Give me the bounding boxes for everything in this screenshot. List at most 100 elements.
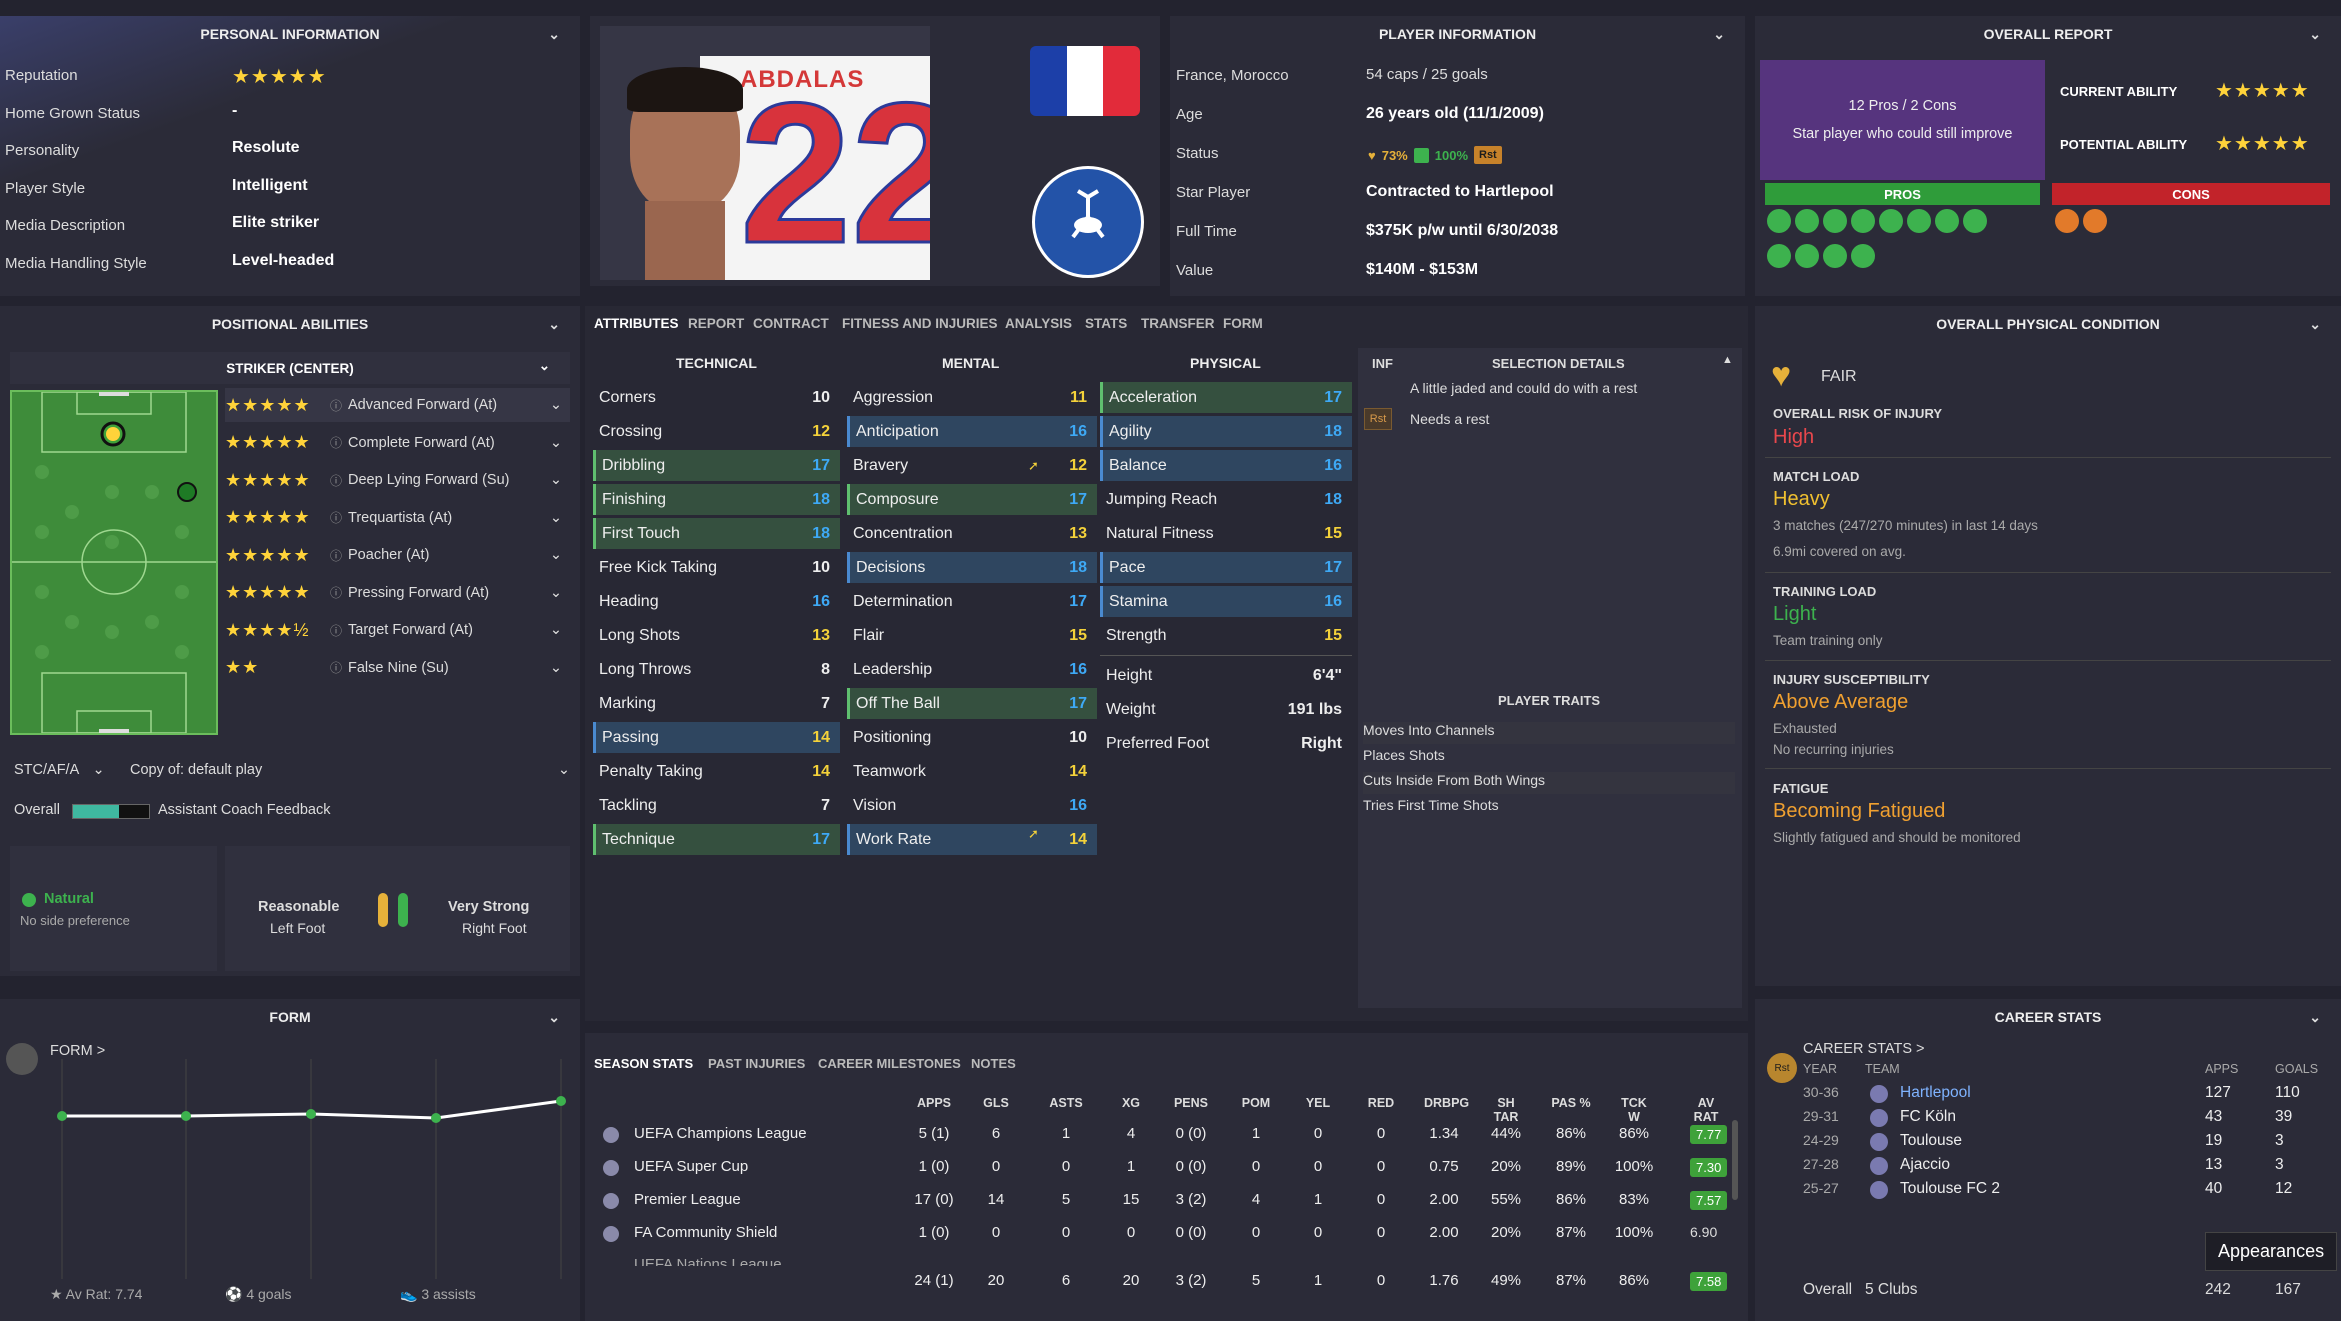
- competition-name[interactable]: UEFA Champions League: [634, 1125, 807, 1142]
- role-row[interactable]: ★★★★★ ⓘ Poacher (At) ⌄: [225, 538, 570, 572]
- attribute-row[interactable]: Teamwork 14: [847, 756, 1097, 787]
- chevron-down-icon[interactable]: ⌄: [550, 622, 562, 638]
- attribute-row[interactable]: First Touch 18: [593, 518, 840, 549]
- chevron-down-icon[interactable]: ⌄: [550, 397, 562, 413]
- season-header[interactable]: YEL: [1298, 1096, 1338, 1110]
- chevron-down-icon[interactable]: ⌄: [1713, 26, 1725, 43]
- attribute-row[interactable]: Off The Ball 17: [847, 688, 1097, 719]
- info-icon[interactable]: ⓘ: [330, 434, 342, 451]
- panel-header[interactable]: POSITIONAL ABILITIES ⌄: [0, 306, 580, 342]
- chevron-down-icon[interactable]: ⌄: [2309, 1009, 2321, 1026]
- pace-icon[interactable]: [1879, 209, 1903, 233]
- foot-icon[interactable]: [1823, 244, 1847, 268]
- attribute-row[interactable]: Finishing 18: [593, 484, 840, 515]
- chevron-down-icon[interactable]: ⌄: [550, 660, 562, 676]
- career-team[interactable]: Toulouse FC 2: [1900, 1180, 2000, 1198]
- chevron-down-icon[interactable]: ⌄: [2309, 316, 2321, 333]
- tab-transfer[interactable]: TRANSFER: [1141, 316, 1215, 331]
- season-header[interactable]: APPS: [914, 1096, 954, 1110]
- chevron-down-icon[interactable]: ⌄: [548, 26, 560, 43]
- season-tab[interactable]: SEASON STATS: [594, 1056, 693, 1071]
- attribute-row[interactable]: Marking 7: [593, 688, 840, 719]
- attribute-row[interactable]: Dribbling 17: [593, 450, 840, 481]
- attribute-row[interactable]: Free Kick Taking 10: [593, 552, 840, 583]
- info-icon[interactable]: ⓘ: [330, 397, 342, 414]
- season-tab[interactable]: NOTES: [971, 1056, 1016, 1071]
- panel-header[interactable]: PLAYER INFORMATION ⌄: [1170, 16, 1745, 52]
- tab-fitness-and-injuries[interactable]: FITNESS AND INJURIES: [842, 316, 998, 331]
- attribute-row[interactable]: Flair 15: [847, 620, 1097, 651]
- tab-report[interactable]: REPORT: [688, 316, 744, 331]
- attribute-row[interactable]: Penalty Taking 14: [593, 756, 840, 787]
- season-header[interactable]: TCK W: [1614, 1096, 1654, 1124]
- flask-icon[interactable]: [1907, 209, 1931, 233]
- chevron-down-icon[interactable]: ⌄: [539, 358, 550, 374]
- attribute-row[interactable]: Long Shots 13: [593, 620, 840, 651]
- chevron-down-icon[interactable]: ⌄: [548, 1009, 560, 1026]
- attribute-row[interactable]: Pace 17: [1100, 552, 1352, 583]
- chevron-down-icon[interactable]: ⌄: [2309, 26, 2321, 43]
- attribute-row[interactable]: Tackling 7: [593, 790, 840, 821]
- role-row[interactable]: ★★★★★ ⓘ Pressing Forward (At) ⌄: [225, 576, 570, 610]
- role-row[interactable]: ★★★★★ ⓘ Deep Lying Forward (Su) ⌄: [225, 463, 570, 497]
- career-team[interactable]: Ajaccio: [1900, 1156, 1950, 1174]
- chevron-down-icon[interactable]: ⌄: [548, 316, 560, 333]
- season-tab[interactable]: PAST INJURIES: [708, 1056, 805, 1071]
- career-team[interactable]: FC Köln: [1900, 1108, 1956, 1126]
- attribute-row[interactable]: Concentration 13: [847, 518, 1097, 549]
- panel-header[interactable]: PERSONAL INFORMATION ⌄: [0, 16, 580, 52]
- panel-header[interactable]: FORM ⌄: [0, 999, 580, 1035]
- chevron-up-icon[interactable]: ▲: [1722, 354, 1733, 366]
- chevron-down-icon[interactable]: ⌄: [550, 585, 562, 601]
- attribute-row[interactable]: Positioning 10: [847, 722, 1097, 753]
- attribute-row[interactable]: Vision 16: [847, 790, 1097, 821]
- info-icon[interactable]: ⓘ: [330, 622, 342, 639]
- attribute-row[interactable]: Heading 16: [593, 586, 840, 617]
- position-selector[interactable]: STRIKER (CENTER) ⌄: [10, 352, 570, 384]
- attribute-row[interactable]: Passing 14: [593, 722, 840, 753]
- season-header[interactable]: DRBPG: [1424, 1096, 1469, 1110]
- attribute-row[interactable]: Balance 16: [1100, 450, 1352, 481]
- tactic-dropdown[interactable]: STC/AF/A ⌄: [14, 762, 105, 778]
- tab-analysis[interactable]: ANALYSIS: [1005, 316, 1072, 331]
- season-header[interactable]: XG: [1111, 1096, 1151, 1110]
- form-link[interactable]: FORM >: [50, 1043, 105, 1059]
- header-icon[interactable]: [1851, 209, 1875, 233]
- season-header[interactable]: RED: [1361, 1096, 1401, 1110]
- tab-stats[interactable]: STATS: [1085, 316, 1127, 331]
- feet-icon[interactable]: [1851, 244, 1875, 268]
- copy-dropdown[interactable]: Copy of: default play ⌄: [130, 762, 570, 778]
- attribute-row[interactable]: Crossing 12: [593, 416, 840, 447]
- season-tab[interactable]: CAREER MILESTONES: [818, 1056, 961, 1071]
- info-icon[interactable]: ⓘ: [330, 509, 342, 526]
- tab-form[interactable]: FORM: [1223, 316, 1263, 331]
- attribute-row[interactable]: Leadership 16: [847, 654, 1097, 685]
- attribute-row[interactable]: Determination 17: [847, 586, 1097, 617]
- attribute-row[interactable]: Jumping Reach 18: [1100, 484, 1352, 515]
- season-header[interactable]: SH TAR: [1486, 1096, 1526, 1124]
- attribute-row[interactable]: Anticipation 16: [847, 416, 1097, 447]
- attribute-row[interactable]: Stamina 16: [1100, 586, 1352, 617]
- panel-header[interactable]: OVERALL PHYSICAL CONDITION ⌄: [1755, 306, 2341, 342]
- tab-contract[interactable]: CONTRACT: [753, 316, 829, 331]
- info-icon[interactable]: ⓘ: [330, 659, 342, 676]
- attribute-row[interactable]: Composure 17: [847, 484, 1097, 515]
- season-header[interactable]: PENS: [1171, 1096, 1211, 1110]
- boot-icon[interactable]: [1767, 244, 1791, 268]
- season-header[interactable]: POM: [1236, 1096, 1276, 1110]
- coach-feedback-link[interactable]: Assistant Coach Feedback: [158, 802, 330, 818]
- pitch-icon[interactable]: [1823, 209, 1847, 233]
- shield-icon[interactable]: [1963, 209, 1987, 233]
- chevron-down-icon[interactable]: ⌄: [550, 547, 562, 563]
- panel-header[interactable]: CAREER STATS ⌄: [1755, 999, 2341, 1035]
- ball-icon[interactable]: [1795, 244, 1819, 268]
- role-row[interactable]: ★★★★★ ⓘ Complete Forward (At) ⌄: [225, 426, 570, 460]
- attribute-row[interactable]: Decisions 18: [847, 552, 1097, 583]
- season-header[interactable]: ASTS: [1046, 1096, 1086, 1110]
- role-row[interactable]: ★★ ⓘ False Nine (Su) ⌄: [225, 651, 570, 685]
- competition-name[interactable]: UEFA Super Cup: [634, 1158, 748, 1175]
- season-header[interactable]: GLS: [976, 1096, 1016, 1110]
- attribute-row[interactable]: Agility 18: [1100, 416, 1352, 447]
- attribute-row[interactable]: Technique 17: [593, 824, 840, 855]
- competition-name[interactable]: FA Community Shield: [634, 1224, 777, 1241]
